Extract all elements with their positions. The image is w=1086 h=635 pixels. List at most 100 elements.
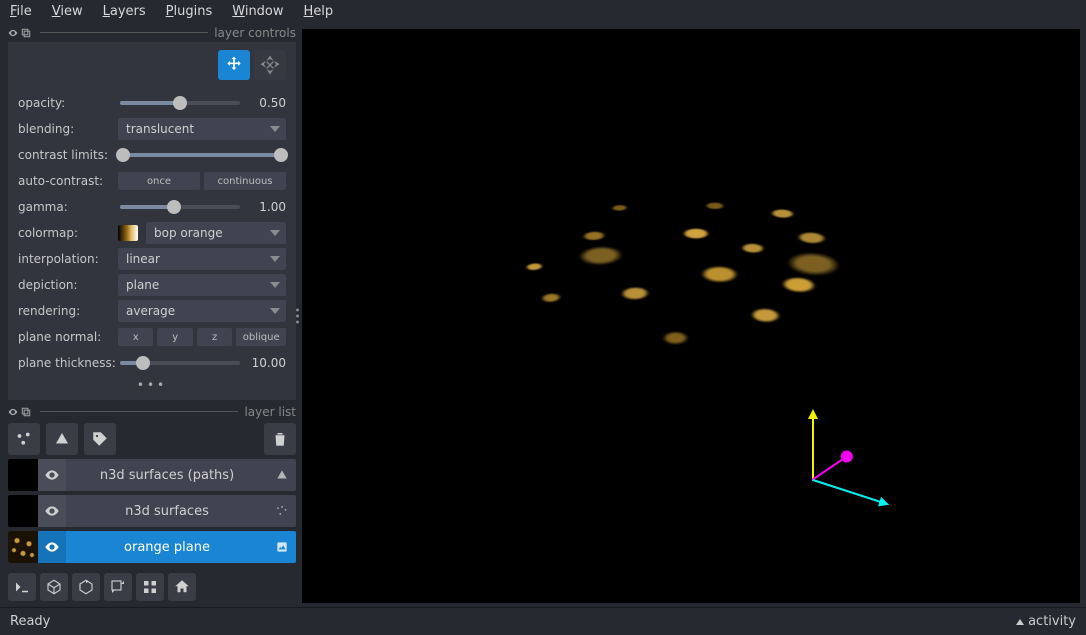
axes-overlay <box>804 407 894 507</box>
grid-button[interactable] <box>136 573 164 601</box>
plane-thickness-value: 10.00 <box>250 356 286 370</box>
opacity-label: opacity: <box>18 96 118 110</box>
main-row: layer controls opacity: 0.50 <box>0 25 1086 607</box>
chevron-down-icon <box>270 230 280 236</box>
layer-visibility-button[interactable] <box>38 531 66 563</box>
layer-controls-panel: opacity: 0.50 blending: translucent cont… <box>8 42 296 400</box>
popout-icon[interactable] <box>21 407 31 417</box>
autocontrast-label: auto-contrast: <box>18 174 118 188</box>
chevron-down-icon <box>270 282 280 288</box>
chevron-down-icon <box>270 126 280 132</box>
contrast-label: contrast limits: <box>18 148 118 162</box>
viewer-buttons <box>8 563 296 607</box>
contrast-range-slider[interactable] <box>118 147 286 163</box>
autocontrast-once-button[interactable]: once <box>118 172 200 190</box>
activity-button[interactable]: activity <box>1016 614 1076 629</box>
layer-item[interactable]: orange plane <box>8 531 296 563</box>
new-labels-button[interactable] <box>84 423 116 455</box>
menu-view[interactable]: View <box>52 4 83 19</box>
layer-list-title: layer list <box>244 405 296 419</box>
menubar: File View Layers Plugins Window Help <box>0 0 1086 25</box>
opacity-value: 0.50 <box>250 96 286 110</box>
plane-normal-oblique-button[interactable]: oblique <box>236 328 286 346</box>
depiction-value: plane <box>126 278 159 292</box>
transpose-button[interactable] <box>104 573 132 601</box>
gamma-value: 1.00 <box>250 200 286 214</box>
chevron-up-icon <box>1016 619 1024 625</box>
layer-list: n3d surfaces (paths) n3d surfaces <box>8 459 296 563</box>
interpolation-label: interpolation: <box>18 252 118 266</box>
layer-thumbnail <box>8 495 38 527</box>
plane-thickness-slider[interactable] <box>118 355 242 371</box>
plane-normal-y-button[interactable]: y <box>157 328 192 346</box>
menu-layers[interactable]: Layers <box>103 4 146 19</box>
menu-window[interactable]: Window <box>232 4 283 19</box>
ndisplay-button[interactable] <box>40 573 68 601</box>
layer-visibility-button[interactable] <box>38 495 66 527</box>
axis-y-icon <box>812 411 814 481</box>
roll-dims-button[interactable] <box>72 573 100 601</box>
depiction-label: depiction: <box>18 278 118 292</box>
plane-thickness-label: plane thickness: <box>18 356 118 370</box>
plane-normal-z-button[interactable]: z <box>197 328 232 346</box>
rendering-label: rendering: <box>18 304 118 318</box>
home-button[interactable] <box>168 573 196 601</box>
popout-icon[interactable] <box>21 28 31 38</box>
menu-file[interactable]: File <box>10 4 32 19</box>
more-controls-icon[interactable]: ••• <box>18 378 286 392</box>
eye-icon[interactable] <box>8 28 18 38</box>
colormap-select[interactable]: bop orange <box>146 222 286 244</box>
blending-select[interactable]: translucent <box>118 118 286 140</box>
chevron-down-icon <box>270 308 280 314</box>
rendering-value: average <box>126 304 175 318</box>
left-panel: layer controls opacity: 0.50 <box>0 25 300 607</box>
delete-layer-button[interactable] <box>264 423 296 455</box>
layer-item[interactable]: n3d surfaces (paths) <box>8 459 296 491</box>
eye-icon[interactable] <box>8 407 18 417</box>
layer-type-icon <box>268 504 296 518</box>
axis-magenta-icon <box>811 456 847 481</box>
console-button[interactable] <box>8 573 36 601</box>
gamma-label: gamma: <box>18 200 118 214</box>
new-points-button[interactable] <box>8 423 40 455</box>
transform-button[interactable] <box>254 50 286 80</box>
canvas[interactable] <box>302 29 1080 603</box>
statusbar: Ready activity <box>0 607 1086 635</box>
panel-resize-handle[interactable] <box>296 309 299 324</box>
layer-controls-title: layer controls <box>214 26 296 40</box>
new-shapes-button[interactable] <box>46 423 78 455</box>
chevron-down-icon <box>270 256 280 262</box>
layer-tools <box>8 423 296 455</box>
rendered-plane <box>396 154 1002 448</box>
interpolation-select[interactable]: linear <box>118 248 286 270</box>
layer-thumbnail <box>8 531 38 563</box>
opacity-slider[interactable] <box>118 95 242 111</box>
layer-type-icon <box>268 540 296 554</box>
layer-type-icon <box>268 468 296 482</box>
layer-controls-header: layer controls <box>8 25 296 40</box>
layer-item[interactable]: n3d surfaces <box>8 495 296 527</box>
plane-normal-label: plane normal: <box>18 330 118 344</box>
layer-name: n3d surfaces <box>66 504 268 519</box>
depiction-select[interactable]: plane <box>118 274 286 296</box>
gamma-slider[interactable] <box>118 199 242 215</box>
interpolation-value: linear <box>126 252 160 266</box>
layer-thumbnail <box>8 459 38 491</box>
status-text: Ready <box>10 614 50 629</box>
layer-list-header: layer list <box>8 404 296 419</box>
autocontrast-continuous-button[interactable]: continuous <box>204 172 286 190</box>
rendering-select[interactable]: average <box>118 300 286 322</box>
layer-visibility-button[interactable] <box>38 459 66 491</box>
plane-normal-x-button[interactable]: x <box>118 328 153 346</box>
layer-name: n3d surfaces (paths) <box>66 468 268 483</box>
blending-value: translucent <box>126 122 194 136</box>
colormap-swatch <box>118 225 138 241</box>
axis-cyan-icon <box>813 479 888 505</box>
blending-label: blending: <box>18 122 118 136</box>
menu-help[interactable]: Help <box>304 4 334 19</box>
pan-zoom-button[interactable] <box>218 50 250 80</box>
layer-name: orange plane <box>66 540 268 555</box>
menu-plugins[interactable]: Plugins <box>166 4 213 19</box>
colormap-value: bop orange <box>154 226 223 240</box>
colormap-label: colormap: <box>18 226 118 240</box>
